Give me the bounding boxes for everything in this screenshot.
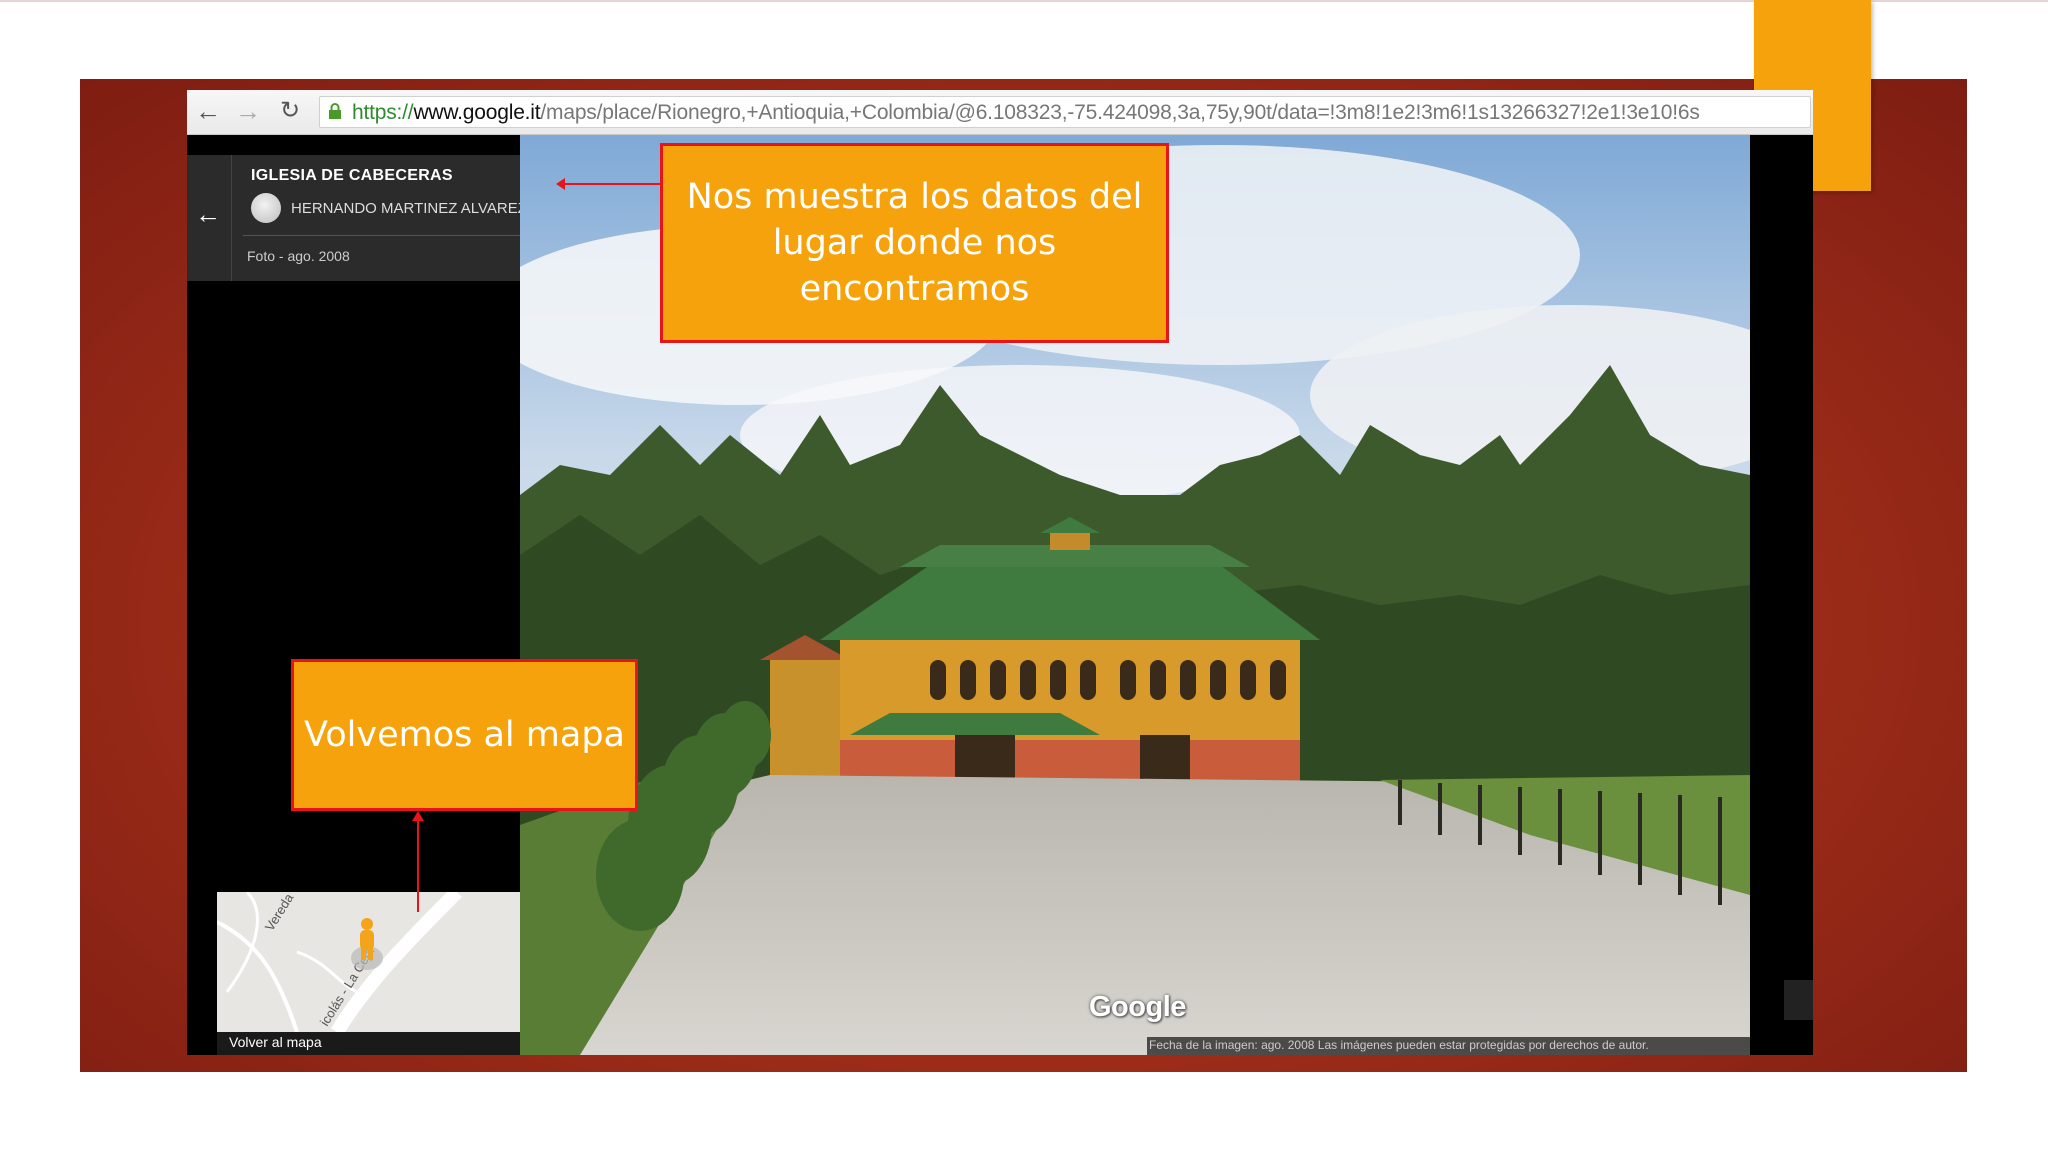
forward-arrow-icon[interactable]: → <box>233 96 263 126</box>
viewer-side-control[interactable] <box>1784 980 1813 1020</box>
lock-icon <box>329 103 341 119</box>
place-info-card: ← IGLESIA DE CABECERAS HERNANDO MARTINEZ… <box>187 155 561 281</box>
reload-icon[interactable]: ↻ <box>275 96 305 126</box>
callout-arrow-line <box>558 183 660 185</box>
card-separator <box>243 235 553 236</box>
author-avatar[interactable] <box>251 193 281 223</box>
callout-arrow-head-up <box>412 811 424 821</box>
back-arrow-icon[interactable]: ← <box>193 96 223 126</box>
browser-toolbar: ← → ↻ https://www.google.it/maps/place/R… <box>187 90 1813 135</box>
url-host: www.google.it <box>413 101 541 124</box>
photo-author[interactable]: HERNANDO MARTINEZ ALVAREZ <box>291 200 527 217</box>
card-divider <box>231 155 232 281</box>
minimap[interactable]: Vereda icolás - La Ceja <box>217 892 520 1032</box>
google-logo: Google <box>1089 991 1186 1023</box>
url-text: https://www.google.it/maps/place/Rionegr… <box>352 101 1700 125</box>
callout-arrow-head <box>556 178 565 190</box>
back-to-map-link[interactable]: Volver al mapa <box>229 1034 322 1050</box>
address-bar[interactable]: https://www.google.it/maps/place/Rionegr… <box>319 96 1811 128</box>
callout-arrow-line-vertical <box>417 816 419 912</box>
photo-date: Foto - ago. 2008 <box>247 248 350 264</box>
callout-back-to-map: Volvemos al mapa <box>291 659 638 811</box>
place-title: IGLESIA DE CABECERAS <box>251 167 453 184</box>
url-path: /maps/place/Rionegro,+Antioquia,+Colombi… <box>540 101 1700 124</box>
right-side-panel <box>1750 135 1813 1055</box>
back-to-map-arrow-icon[interactable]: ← <box>195 199 221 230</box>
url-scheme: https:// <box>352 101 414 124</box>
callout-place-data: Nos muestra los datos del lugar donde no… <box>660 143 1169 343</box>
top-divider-line <box>0 0 2048 2</box>
image-date-footer: Fecha de la imagen: ago. 2008 Las imágen… <box>1149 1038 1649 1052</box>
